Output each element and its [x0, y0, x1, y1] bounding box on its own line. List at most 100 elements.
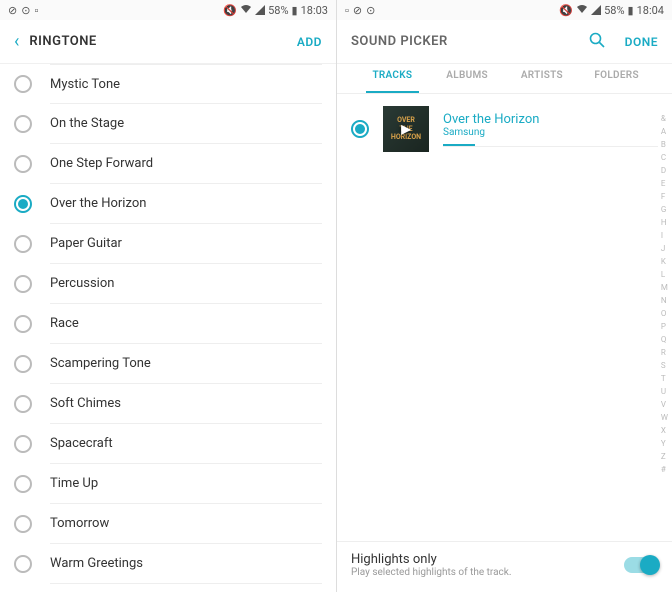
- battery-pct: 58%: [268, 4, 288, 17]
- list-item[interactable]: On the Stage: [14, 104, 322, 144]
- radio-icon[interactable]: [14, 75, 32, 93]
- radio-icon[interactable]: [14, 435, 32, 453]
- index-letter[interactable]: L: [661, 270, 668, 279]
- radio-icon[interactable]: [14, 515, 32, 533]
- index-letter[interactable]: F: [661, 192, 668, 201]
- item-label: One Step Forward: [50, 144, 322, 184]
- index-letter[interactable]: U: [661, 387, 668, 396]
- radio-icon[interactable]: [14, 555, 32, 573]
- index-letter[interactable]: Y: [661, 439, 668, 448]
- index-letter[interactable]: O: [661, 309, 668, 318]
- status-bar: ▫ ⊘ ⊙ 🔇 58% ▮ 18:04: [337, 0, 672, 20]
- list-item[interactable]: Soft Chimes: [14, 384, 322, 424]
- index-letter[interactable]: P: [661, 322, 668, 331]
- radio-icon[interactable]: [14, 275, 32, 293]
- list-item[interactable]: Over the Horizon: [14, 184, 322, 224]
- status-bar: ⊘ ⊙ ▫ 🔇 58% ▮ 18:03: [0, 0, 336, 20]
- radio-icon[interactable]: [14, 355, 32, 373]
- mute-icon: 🔇: [559, 4, 573, 17]
- signal-icon: [255, 5, 265, 15]
- list-item[interactable]: Scampering Tone: [14, 344, 322, 384]
- item-label: Race: [50, 304, 322, 344]
- index-letter[interactable]: A: [661, 127, 668, 136]
- radio-icon[interactable]: [14, 315, 32, 333]
- index-letter[interactable]: I: [661, 231, 668, 240]
- ringtone-list[interactable]: Mystic ToneOn the StageOne Step ForwardO…: [0, 64, 336, 592]
- index-letter[interactable]: S: [661, 361, 668, 370]
- album-art[interactable]: OVERTHEHORIZON: [383, 106, 429, 152]
- tab-folders[interactable]: FOLDERS: [579, 64, 654, 93]
- index-letter[interactable]: Z: [661, 452, 668, 461]
- list-item[interactable]: Tomorrow: [14, 504, 322, 544]
- index-letter[interactable]: #: [661, 465, 668, 474]
- index-letter[interactable]: W: [661, 413, 668, 422]
- tab-albums[interactable]: ALBUMS: [430, 64, 505, 93]
- list-item[interactable]: Warm Greetings: [14, 544, 322, 584]
- header: SOUND PICKER DONE: [337, 20, 672, 64]
- index-letter[interactable]: J: [661, 244, 668, 253]
- search-button[interactable]: [589, 32, 605, 52]
- header: ‹ RINGTONE ADD: [0, 20, 336, 64]
- index-letter[interactable]: V: [661, 400, 668, 409]
- track-area: OVERTHEHORIZON Over the Horizon Samsung …: [337, 94, 672, 541]
- list-item[interactable]: Percussion: [14, 264, 322, 304]
- list-item[interactable]: One Step Forward: [14, 144, 322, 184]
- done-button[interactable]: DONE: [625, 35, 658, 49]
- index-letter[interactable]: H: [661, 218, 668, 227]
- index-letter[interactable]: K: [661, 257, 668, 266]
- item-label: Mystic Tone: [50, 64, 322, 104]
- battery-icon: ▮: [628, 4, 634, 17]
- index-letter[interactable]: Q: [661, 335, 668, 344]
- user-icon: ⊘: [353, 4, 362, 17]
- index-letter[interactable]: M: [661, 283, 668, 292]
- index-letter[interactable]: E: [661, 179, 668, 188]
- back-button[interactable]: ‹: [14, 31, 19, 52]
- radio-icon[interactable]: [14, 155, 32, 173]
- highlights-toggle[interactable]: [624, 557, 658, 573]
- sync-icon: ⊙: [21, 4, 30, 17]
- radio-icon[interactable]: [14, 235, 32, 253]
- list-item[interactable]: Time Up: [14, 464, 322, 504]
- index-bar[interactable]: & ABCDEFGHIJKLMNOPQRSTUVWXYZ #: [661, 114, 668, 474]
- item-label: On the Stage: [50, 104, 322, 144]
- list-item[interactable]: Race: [14, 304, 322, 344]
- index-letter[interactable]: B: [661, 140, 668, 149]
- index-letter[interactable]: R: [661, 348, 668, 357]
- user-icon: ⊘: [8, 4, 17, 17]
- sound-picker-screen: ▫ ⊘ ⊙ 🔇 58% ▮ 18:04 SOUND PICKER DONE TR…: [336, 0, 672, 592]
- index-letter[interactable]: C: [661, 153, 668, 162]
- wifi-icon: [240, 4, 252, 17]
- track-artist: Samsung: [443, 127, 658, 138]
- radio-icon[interactable]: [14, 115, 32, 133]
- page-title: RINGTONE: [29, 34, 296, 49]
- index-letter[interactable]: D: [661, 166, 668, 175]
- list-item[interactable]: Mystic Tone: [14, 64, 322, 104]
- index-letter[interactable]: G: [661, 205, 668, 214]
- signal-icon: [591, 5, 601, 15]
- index-letter[interactable]: T: [661, 374, 668, 383]
- tab-artists[interactable]: ARTISTS: [505, 64, 580, 93]
- clock: 18:04: [637, 4, 664, 17]
- highlights-sub: Play selected highlights of the track.: [351, 567, 624, 578]
- index-letter[interactable]: N: [661, 296, 668, 305]
- index-letter[interactable]: X: [661, 426, 668, 435]
- radio-icon[interactable]: [14, 475, 32, 493]
- highlights-title: Highlights only: [351, 552, 624, 567]
- item-label: Paper Guitar: [50, 224, 322, 264]
- list-item[interactable]: Spacecraft: [14, 424, 322, 464]
- index-letter[interactable]: &: [661, 114, 668, 123]
- clock: 18:03: [301, 4, 328, 17]
- list-item[interactable]: Paper Guitar: [14, 224, 322, 264]
- radio-icon[interactable]: [14, 395, 32, 413]
- highlights-row: Highlights only Play selected highlights…: [337, 541, 672, 592]
- battery-pct: 58%: [604, 4, 624, 17]
- radio-icon[interactable]: [351, 120, 369, 138]
- progress-bar[interactable]: [443, 144, 475, 146]
- tab-tracks[interactable]: TRACKS: [355, 64, 430, 93]
- radio-icon[interactable]: [14, 195, 32, 213]
- mute-icon: 🔇: [223, 4, 237, 17]
- item-label: Warm Greetings: [50, 544, 322, 584]
- add-button[interactable]: ADD: [297, 35, 322, 49]
- page-title: SOUND PICKER: [351, 34, 589, 49]
- track-row[interactable]: OVERTHEHORIZON Over the Horizon Samsung: [337, 106, 672, 160]
